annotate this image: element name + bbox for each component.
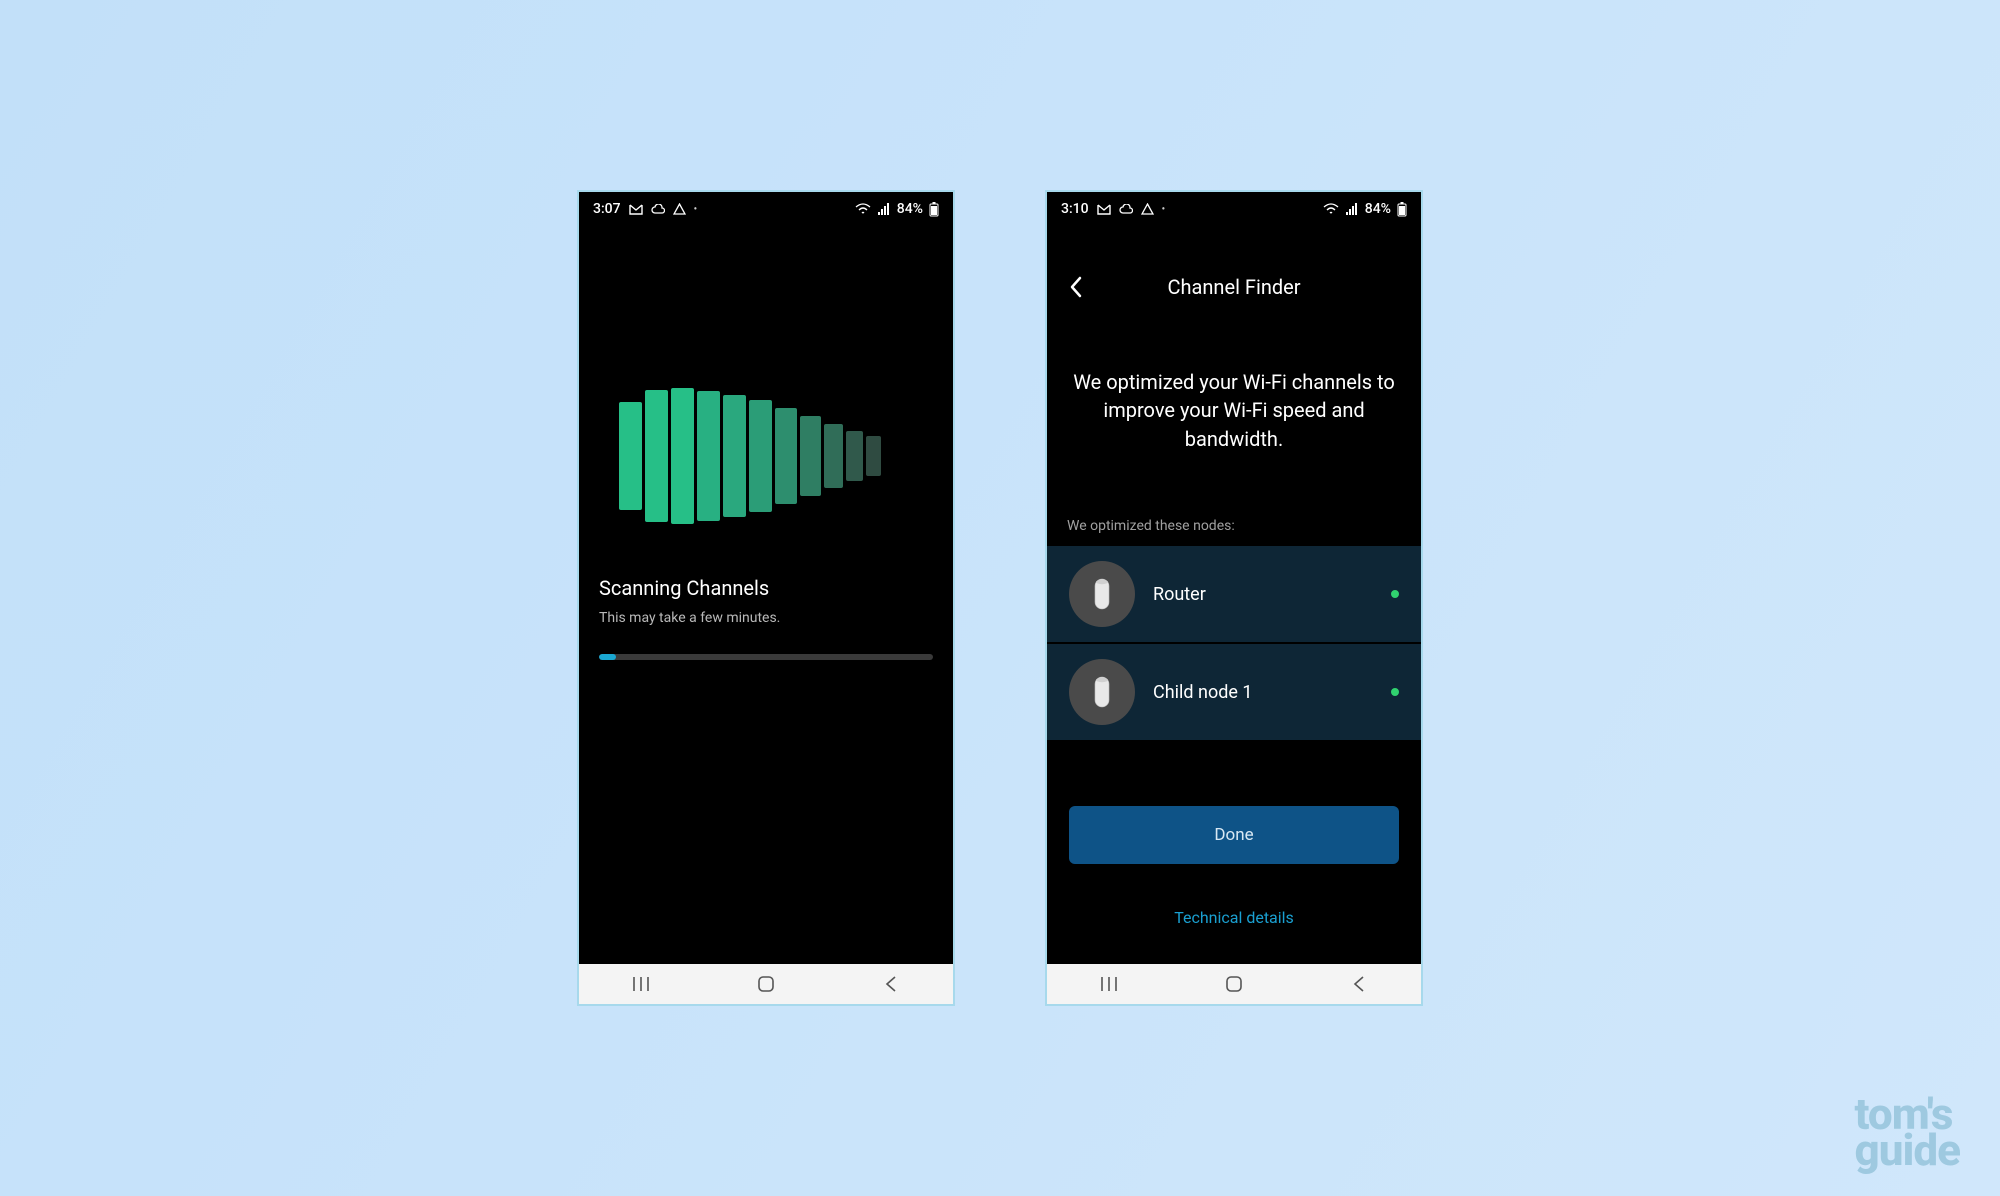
wifi-icon <box>1323 203 1339 215</box>
page-title: Channel Finder <box>1167 275 1300 299</box>
back-button[interactable] <box>1061 272 1091 302</box>
battery-icon <box>1397 202 1407 217</box>
nav-home-button[interactable] <box>1204 964 1264 1004</box>
signal-icon <box>1345 203 1359 215</box>
wifi-icon <box>855 203 871 215</box>
node-list: Router Child node 1 <box>1047 546 1421 742</box>
scan-bar <box>866 436 881 476</box>
node-row[interactable]: Router <box>1047 546 1421 642</box>
scan-bar <box>645 390 668 522</box>
android-nav-bar <box>579 964 953 1004</box>
page-header: Channel Finder <box>1047 264 1421 310</box>
scan-bar <box>846 431 863 481</box>
result-headline: We optimized your Wi-Fi channels to impr… <box>1067 368 1401 453</box>
nav-recents-button[interactable] <box>1079 964 1139 1004</box>
nav-back-button[interactable] <box>1329 964 1389 1004</box>
scanning-subtitle: This may take a few minutes. <box>599 610 933 626</box>
phone-screenshot-results: 3:10 • 84% <box>1045 190 1423 1006</box>
scan-bar <box>619 402 642 510</box>
node-label: Child node 1 <box>1153 682 1373 703</box>
router-icon <box>1069 561 1135 627</box>
battery-pct: 84% <box>897 201 923 217</box>
node-label: Router <box>1153 584 1373 605</box>
result-subheading: We optimized these nodes: <box>1067 518 1401 534</box>
node-row[interactable]: Child node 1 <box>1047 644 1421 740</box>
status-dot: • <box>694 204 698 215</box>
gmail-icon <box>629 204 643 215</box>
done-button[interactable]: Done <box>1069 806 1399 864</box>
phone-screenshot-scanning: 3:07 • 84% <box>577 190 955 1006</box>
drive-icon <box>673 203 686 215</box>
toms-guide-logo: tom's guide <box>1855 1096 1960 1168</box>
status-time: 3:07 <box>593 201 621 217</box>
progress-fill <box>599 654 616 660</box>
scan-bar <box>824 424 843 488</box>
gmail-icon <box>1097 204 1111 215</box>
scan-bar <box>775 408 797 504</box>
status-dot-icon <box>1391 590 1399 598</box>
scan-bar <box>697 391 720 521</box>
router-icon <box>1069 659 1135 725</box>
status-time: 3:10 <box>1061 201 1089 217</box>
drive-icon <box>1141 203 1154 215</box>
logo-line2: guide <box>1855 1132 1960 1168</box>
cloud-icon <box>1119 204 1133 215</box>
scan-bar <box>800 416 821 496</box>
nav-home-button[interactable] <box>736 964 796 1004</box>
scan-bar <box>723 395 746 517</box>
status-bar: 3:07 • 84% <box>579 192 953 226</box>
battery-icon <box>929 202 939 217</box>
status-bar: 3:10 • 84% <box>1047 192 1421 226</box>
scan-bar <box>749 400 772 512</box>
android-nav-bar <box>1047 964 1421 1004</box>
scan-bar <box>671 388 694 524</box>
cloud-icon <box>651 204 665 215</box>
nav-back-button[interactable] <box>861 964 921 1004</box>
signal-icon <box>877 203 891 215</box>
scanning-bars-graphic <box>619 388 881 524</box>
status-dot-icon <box>1391 688 1399 696</box>
nav-recents-button[interactable] <box>611 964 671 1004</box>
progress-bar <box>599 654 933 660</box>
battery-pct: 84% <box>1365 201 1391 217</box>
status-dot: • <box>1162 204 1166 215</box>
technical-details-link[interactable]: Technical details <box>1047 908 1421 927</box>
scanning-title: Scanning Channels <box>599 576 933 600</box>
